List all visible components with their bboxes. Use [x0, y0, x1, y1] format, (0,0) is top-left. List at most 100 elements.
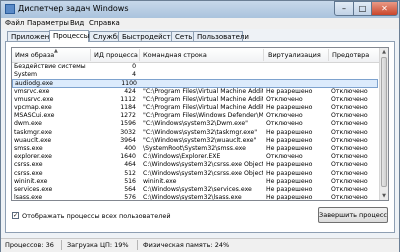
cell-virtualization: Не разрешено: [266, 87, 313, 95]
table-row[interactable]: explorer.exe 1640 C:\Windows\Explorer.EXE О…: [12, 153, 378, 161]
table-row[interactable]: csrss.exe 512 C:\Windows\system32\csrss.ex…: [12, 170, 378, 178]
column-divider[interactable]: [90, 49, 91, 61]
cell-image-name: MSASCui.exe: [14, 112, 55, 120]
window-title: Диспетчер задач Windows: [18, 4, 129, 13]
tab-services[interactable]: Службы: [89, 31, 123, 41]
table-row[interactable]: vpcmap.exe 1184 "C:\Program Files\Virtual …: [12, 104, 378, 112]
cell-virtualization: Отключено: [266, 120, 303, 128]
tab-processes[interactable]: Процессы: [49, 30, 89, 42]
table-row[interactable]: csrss.exe 464 C:\Windows\system32\csrss.ex…: [12, 161, 378, 169]
maximize-button[interactable]: □: [353, 1, 372, 16]
cell-image-name: smss.exe: [14, 145, 43, 152]
column-divider[interactable]: [263, 49, 264, 61]
column-divider[interactable]: [139, 49, 140, 61]
table-row[interactable]: audiodg.exe 1100: [12, 79, 378, 88]
scroll-up-icon[interactable]: ▲: [380, 48, 388, 56]
cell-pid: 464: [124, 161, 136, 169]
cell-prevention: Отключено: [331, 153, 368, 161]
minimize-button[interactable]: –: [334, 1, 354, 16]
cell-image-name: lsass.exe: [14, 194, 43, 201]
cell-image-name: vpcmap.exe: [14, 104, 52, 111]
cell-image-name: csrss.exe: [14, 161, 43, 169]
cell-pid: 564: [124, 186, 136, 193]
menu-view[interactable]: Вид: [70, 19, 84, 27]
cell-image-name: taskmgr.exe: [14, 128, 52, 136]
cell-prevention: Отключено: [331, 136, 368, 144]
tab-performance[interactable]: Быстродействие: [118, 31, 184, 41]
table-row[interactable]: Бездействие системы 0: [12, 63, 378, 71]
cell-virtualization: Не разрешено: [266, 128, 313, 136]
column-pid[interactable]: ИД процесса: [94, 51, 138, 59]
cell-prevention: Отключено: [331, 161, 368, 169]
scroll-down-icon[interactable]: ▼: [380, 192, 388, 200]
end-process-button[interactable]: Завершить процесс: [318, 207, 388, 223]
cell-pid: 1112: [120, 95, 136, 103]
table-row[interactable]: smss.exe 400 \SystemRoot\System32\smss.exe…: [12, 145, 378, 153]
show-all-checkbox[interactable]: ✓: [12, 212, 19, 219]
column-divider[interactable]: [328, 49, 329, 61]
scroll-thumb[interactable]: [381, 57, 387, 187]
cell-virtualization: Не разрешено: [266, 161, 313, 169]
cell-image-name: services.exe: [14, 186, 53, 193]
cell-command-line: "C:\Program Files\Windows Defender\MSASC…: [143, 112, 263, 120]
tab-network[interactable]: Сеть: [171, 31, 194, 41]
cell-image-name: csrss.exe: [14, 169, 43, 177]
cell-pid: 1640: [120, 153, 136, 161]
table-row[interactable]: System 4: [12, 71, 378, 79]
status-bar: Процессов: 36 Загрузка ЦП: 19% Физическа…: [1, 238, 399, 252]
cell-pid: 4: [132, 71, 136, 79]
cell-pid: 3964: [120, 136, 136, 144]
status-physical-memory: Физическая память: 24%: [143, 241, 230, 249]
task-manager-window: Диспетчер задач Windows – □ ✕ Файл Парам…: [0, 0, 400, 252]
table-row[interactable]: taskmgr.exe 3032 "C:\Windows\system32\task…: [12, 129, 378, 137]
cell-image-name: vmusrvc.exe: [14, 95, 54, 103]
table-row[interactable]: vmsrvc.exe 424 "C:\Program Files\Virtual M…: [12, 88, 378, 96]
column-virtualization[interactable]: Виртуализация: [268, 51, 321, 59]
task-manager-icon: [5, 4, 15, 14]
cell-prevention: Отключено: [331, 186, 368, 193]
status-process-count: Процессов: 36: [5, 241, 54, 249]
table-row[interactable]: lsass.exe 576 C:\Windows\system32\lsass.ex…: [12, 194, 378, 201]
table-row[interactable]: services.exe 564 C:\Windows\system32\servi…: [12, 186, 378, 194]
column-command-line[interactable]: Командная строка: [143, 51, 207, 59]
cell-pid: 1272: [120, 112, 136, 120]
cell-command-line: C:\Windows\system32\services.exe: [143, 186, 252, 193]
table-row[interactable]: MSASCui.exe 1272 "C:\Program Files\Windows…: [12, 112, 378, 120]
cell-command-line: \SystemRoot\System32\smss.exe: [143, 145, 246, 152]
cell-pid: 0: [132, 63, 136, 70]
column-image-name[interactable]: Имя образа: [15, 51, 54, 59]
cell-prevention: Отключено: [331, 120, 368, 128]
table-row[interactable]: wuauclt.exe 3964 "C:\Windows\system32\wuau…: [12, 137, 378, 145]
cell-pid: 576: [124, 194, 136, 201]
cell-command-line: wininit.exe: [143, 177, 177, 185]
cell-prevention: Отключено: [331, 95, 368, 103]
status-divider: [137, 240, 138, 250]
cell-command-line: C:\Windows\system32\csrss.exe ObjectDire…: [143, 169, 263, 177]
table-row[interactable]: dwm.exe 1596 "C:\Windows\system32\Dwm.exe"…: [12, 120, 378, 128]
show-all-label[interactable]: Отображать процессы всех пользователей: [22, 212, 171, 220]
cell-command-line: "C:\Program Files\Virtual Machine Additi…: [143, 87, 263, 95]
column-prevention[interactable]: Предотвра: [332, 51, 369, 59]
status-cpu-usage: Загрузка ЦП: 19%: [67, 241, 129, 249]
cell-prevention: Отключено: [331, 177, 368, 185]
cell-prevention: Отключено: [331, 128, 368, 136]
menu-file[interactable]: Файл: [5, 19, 24, 27]
menu-help[interactable]: Справка: [89, 19, 120, 27]
process-table: Имя образа ▲ ИД процесса Командная строк…: [11, 47, 389, 201]
vertical-scrollbar[interactable]: ▲ ▼: [379, 48, 388, 200]
close-button[interactable]: ✕: [371, 1, 398, 16]
tab-applications[interactable]: Приложения: [7, 31, 58, 41]
cell-virtualization: Не разрешено: [266, 194, 313, 201]
tab-users[interactable]: Пользователи: [193, 31, 249, 41]
cell-command-line: "C:\Program Files\Virtual Machine Additi…: [143, 104, 263, 111]
cell-virtualization: Не разрешено: [266, 145, 313, 152]
menu-options[interactable]: Параметры: [27, 19, 69, 27]
cell-virtualization: Не разрешено: [266, 186, 313, 193]
cell-virtualization: Не разрешено: [266, 169, 313, 177]
cell-pid: 1184: [120, 104, 136, 111]
cell-virtualization: Не разрешено: [266, 177, 313, 185]
table-row[interactable]: wininit.exe 516 wininit.exe Не разрешено Отк…: [12, 178, 378, 186]
cell-virtualization: Отключено: [266, 112, 303, 120]
cell-pid: 400: [124, 145, 136, 152]
table-row[interactable]: vmusrvc.exe 1112 "C:\Program Files\Virtual…: [12, 96, 378, 104]
